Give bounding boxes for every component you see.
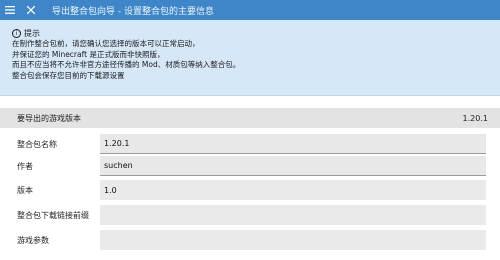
window-title: 导出整合包向导 - 设置整合包的主要信息 [52,6,214,17]
notice-line: 而且不应当将不允许非官方途径传播的 Mod、材质包等纳入整合包。 [12,60,241,69]
version-label: 版本 [17,185,33,195]
export-version-label: 要导出的游戏版本 [17,113,81,123]
notice-panel: i 提示 在制作整合包前，请您确认您选择的版本可以正常启动， 并保证您的 Min… [0,20,500,96]
download-link-label: 整合包下载链接前缀 [17,210,89,220]
info-icon: i [12,29,21,38]
author-label: 作者 [17,161,33,171]
export-version-value: 1.20.1 [462,113,488,123]
notice-line: 在制作整合包前，请您确认您选择的版本可以正常启动， [12,39,200,48]
close-icon[interactable] [20,0,42,20]
author-value: suchen [104,161,133,170]
modpack-name-label: 整合包名称 [17,139,57,149]
author-field[interactable]: suchen [100,156,486,176]
notice-line: 整合包会保存您目前的下载源设置 [12,70,125,80]
hamburger-menu-icon[interactable] [0,0,20,20]
version-field[interactable]: 1.0 [100,180,486,200]
title-bar: 导出整合包向导 - 设置整合包的主要信息 [0,0,500,20]
game-args-label: 游戏参数 [17,235,49,245]
game-args-row: 游戏参数 [0,229,500,251]
notice-heading: i 提示 [12,28,488,39]
notice-heading-label: 提示 [24,29,40,38]
modpack-name-row: 整合包名称 1.20.1 [0,133,500,155]
author-row: 作者 suchen [0,155,500,177]
modpack-name-value: 1.20.1 [104,139,130,148]
export-version-row: 要导出的游戏版本 1.20.1 [0,108,500,128]
modpack-name-field[interactable]: 1.20.1 [100,134,486,154]
notice-line: 并保证您的 Minecraft 是正式版而非快照版， [12,49,165,59]
version-row: 版本 1.0 [0,179,500,201]
game-args-field[interactable] [100,230,486,250]
download-link-field[interactable] [100,205,486,225]
download-link-row: 整合包下载链接前缀 [0,204,500,226]
version-value: 1.0 [104,185,117,195]
